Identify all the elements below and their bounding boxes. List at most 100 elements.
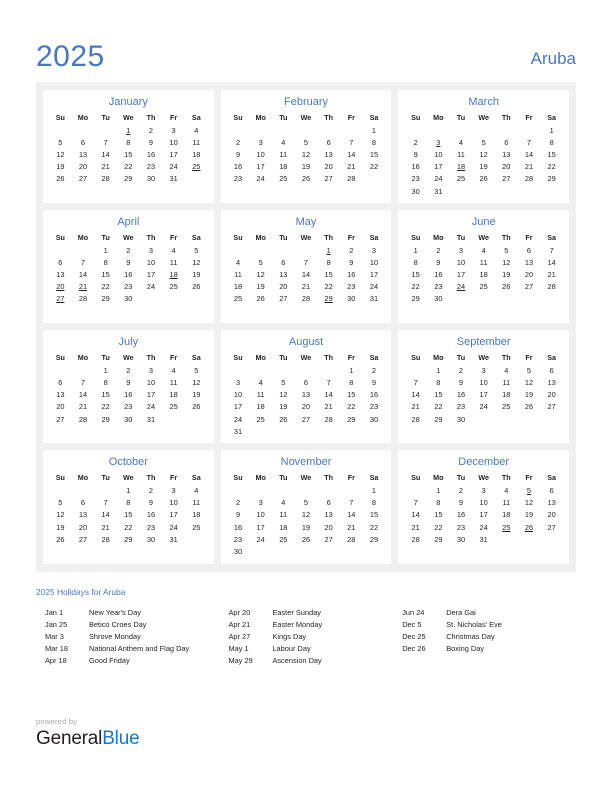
weekday-header-th: Th — [501, 233, 511, 243]
holiday-name: Ascension Day — [272, 655, 322, 665]
day-cell-empty — [72, 124, 95, 136]
day-cell: 6 — [549, 365, 554, 375]
weekday-header-we: We — [122, 113, 134, 122]
day-cell-empty — [49, 364, 72, 376]
weekday-header-th: Th — [324, 113, 334, 122]
day-cell: 22 — [434, 522, 443, 532]
day-cell: 31 — [369, 294, 379, 304]
day-cell: 1 — [436, 485, 441, 495]
week-row: 1 — [227, 124, 386, 136]
day-cell: 19 — [301, 162, 311, 172]
month-row: January Su Mo Tu We Th Fr Sa 1 2 3 4 5 6 7 8 9 10 11 12 13 14… — [43, 90, 570, 204]
week-row: 6 7 8 9 10 11 12 — [49, 256, 208, 268]
weekday-header-th: Th — [324, 473, 334, 483]
month-table: Su Mo Tu We Th Fr Sa 1 2 3 4 5 6 7 8 9 10 11 12 13 14 15 16 17 1… — [49, 232, 208, 317]
day-cell: 10 — [256, 510, 265, 520]
day-cell: 30 — [233, 546, 243, 556]
day-cell: 27 — [547, 402, 556, 412]
weekday-header-mo: Mo — [433, 113, 444, 122]
day-cell: 21 — [78, 402, 88, 412]
day-cell-empty — [450, 305, 473, 317]
week-row: 27 28 29 30 — [49, 293, 208, 305]
day-cell-empty — [317, 364, 340, 376]
day-cell: 21 — [347, 522, 356, 532]
day-cell: 24 — [146, 402, 156, 412]
day-cell: 26 — [301, 534, 311, 544]
weekday-header-we: We — [478, 233, 489, 243]
day-cell: 4 — [281, 498, 286, 508]
day-cell: 31 — [146, 414, 156, 424]
weekday-header-fr: Fr — [347, 233, 355, 243]
week-row: 26 27 28 29 30 31 — [49, 173, 208, 185]
day-cell: 30 — [369, 414, 379, 424]
day-cell: 20 — [547, 510, 556, 520]
day-cell-empty — [495, 413, 518, 425]
day-cell-empty — [162, 425, 185, 437]
day-cell-holiday: 18 — [169, 270, 178, 280]
holiday-date: Mar 18 — [45, 643, 69, 653]
day-cell: 3 — [258, 498, 263, 508]
month-title: March — [468, 96, 499, 108]
weekday-header-su: Su — [411, 113, 421, 122]
day-cell: 4 — [235, 257, 241, 267]
month-title: January — [108, 96, 148, 108]
day-cell: 21 — [101, 522, 110, 532]
day-cell: 4 — [504, 485, 509, 495]
holiday-legend-item: Mar 18 National Anthem and Flag Day — [45, 643, 228, 655]
week-row: 8 9 10 11 12 13 14 — [404, 256, 563, 268]
day-cell: 30 — [124, 414, 133, 424]
day-cell: 5 — [526, 365, 532, 375]
day-cell-holiday: 1 — [326, 245, 331, 255]
day-cell: 16 — [233, 522, 243, 532]
day-cell: 26 — [192, 402, 201, 412]
day-cell-empty — [185, 305, 208, 317]
day-cell: 6 — [58, 257, 63, 267]
day-cell-empty — [295, 425, 318, 437]
weekday-header-su: Su — [233, 353, 243, 363]
day-cell: 29 — [411, 294, 420, 304]
day-cell: 4 — [258, 378, 263, 388]
day-cell: 5 — [58, 137, 63, 147]
weekday-header-su: Su — [55, 353, 65, 363]
day-cell: 29 — [124, 174, 133, 184]
day-cell-empty — [518, 413, 541, 425]
day-cell: 26 — [279, 414, 288, 424]
day-cell: 26 — [502, 282, 511, 292]
weekday-header-we: We — [478, 113, 489, 122]
day-cell: 18 — [502, 390, 511, 400]
day-cell: 24 — [146, 282, 156, 292]
week-row — [404, 545, 563, 557]
holiday-date: Jan 1 — [45, 607, 64, 617]
month-card-november: November Su Mo Tu We Th Fr Sa 1 2 3 4 5 6 7 8 9 10 11 12 13 1… — [220, 450, 392, 564]
day-cell-empty — [140, 425, 163, 437]
day-cell-empty — [185, 173, 208, 185]
day-cell: 24 — [369, 282, 379, 292]
weekday-header-fr: Fr — [170, 233, 178, 243]
month-title: July — [118, 336, 139, 349]
day-cell: 13 — [56, 390, 65, 400]
month-row: April Su Mo Tu We Th Fr Sa 1 2 3 4 5 6 7 8 9 10 11 12 13 14 15… — [43, 210, 570, 324]
holiday-name: Labour Day — [272, 643, 311, 653]
holiday-name: Dera Gai — [446, 607, 476, 617]
month-title: November — [280, 456, 332, 469]
day-cell-empty — [518, 293, 541, 305]
day-cell-empty — [472, 124, 495, 136]
day-cell: 26 — [479, 174, 488, 184]
month-row: October Su Mo Tu We Th Fr Sa 1 2 3 4 5 6 7 8 9 10 11 12 13 14… — [43, 450, 570, 564]
weekday-header-th: Th — [146, 473, 156, 483]
day-cell: 23 — [411, 174, 420, 184]
month-table: Su Mo Tu We Th Fr Sa 1 2 3 4 5 6 7 8 9 10 11 12 13 14 15 16 17 1… — [49, 112, 208, 197]
day-cell: 14 — [524, 149, 534, 159]
week-row: 4 5 6 7 8 9 10 — [227, 256, 386, 268]
day-cell: 9 — [126, 378, 131, 388]
weekday-header-sa: Sa — [547, 113, 557, 122]
day-cell: 2 — [148, 485, 154, 495]
day-cell: 31 — [479, 534, 488, 544]
day-cell: 10 — [146, 378, 156, 388]
day-cell: 15 — [101, 390, 110, 400]
day-cell: 4 — [194, 125, 199, 135]
day-cell-empty — [495, 293, 518, 305]
week-row: 2 3 4 5 6 7 8 — [404, 136, 563, 148]
week-row: 30 — [227, 545, 386, 557]
weekday-header-su: Su — [233, 233, 243, 243]
